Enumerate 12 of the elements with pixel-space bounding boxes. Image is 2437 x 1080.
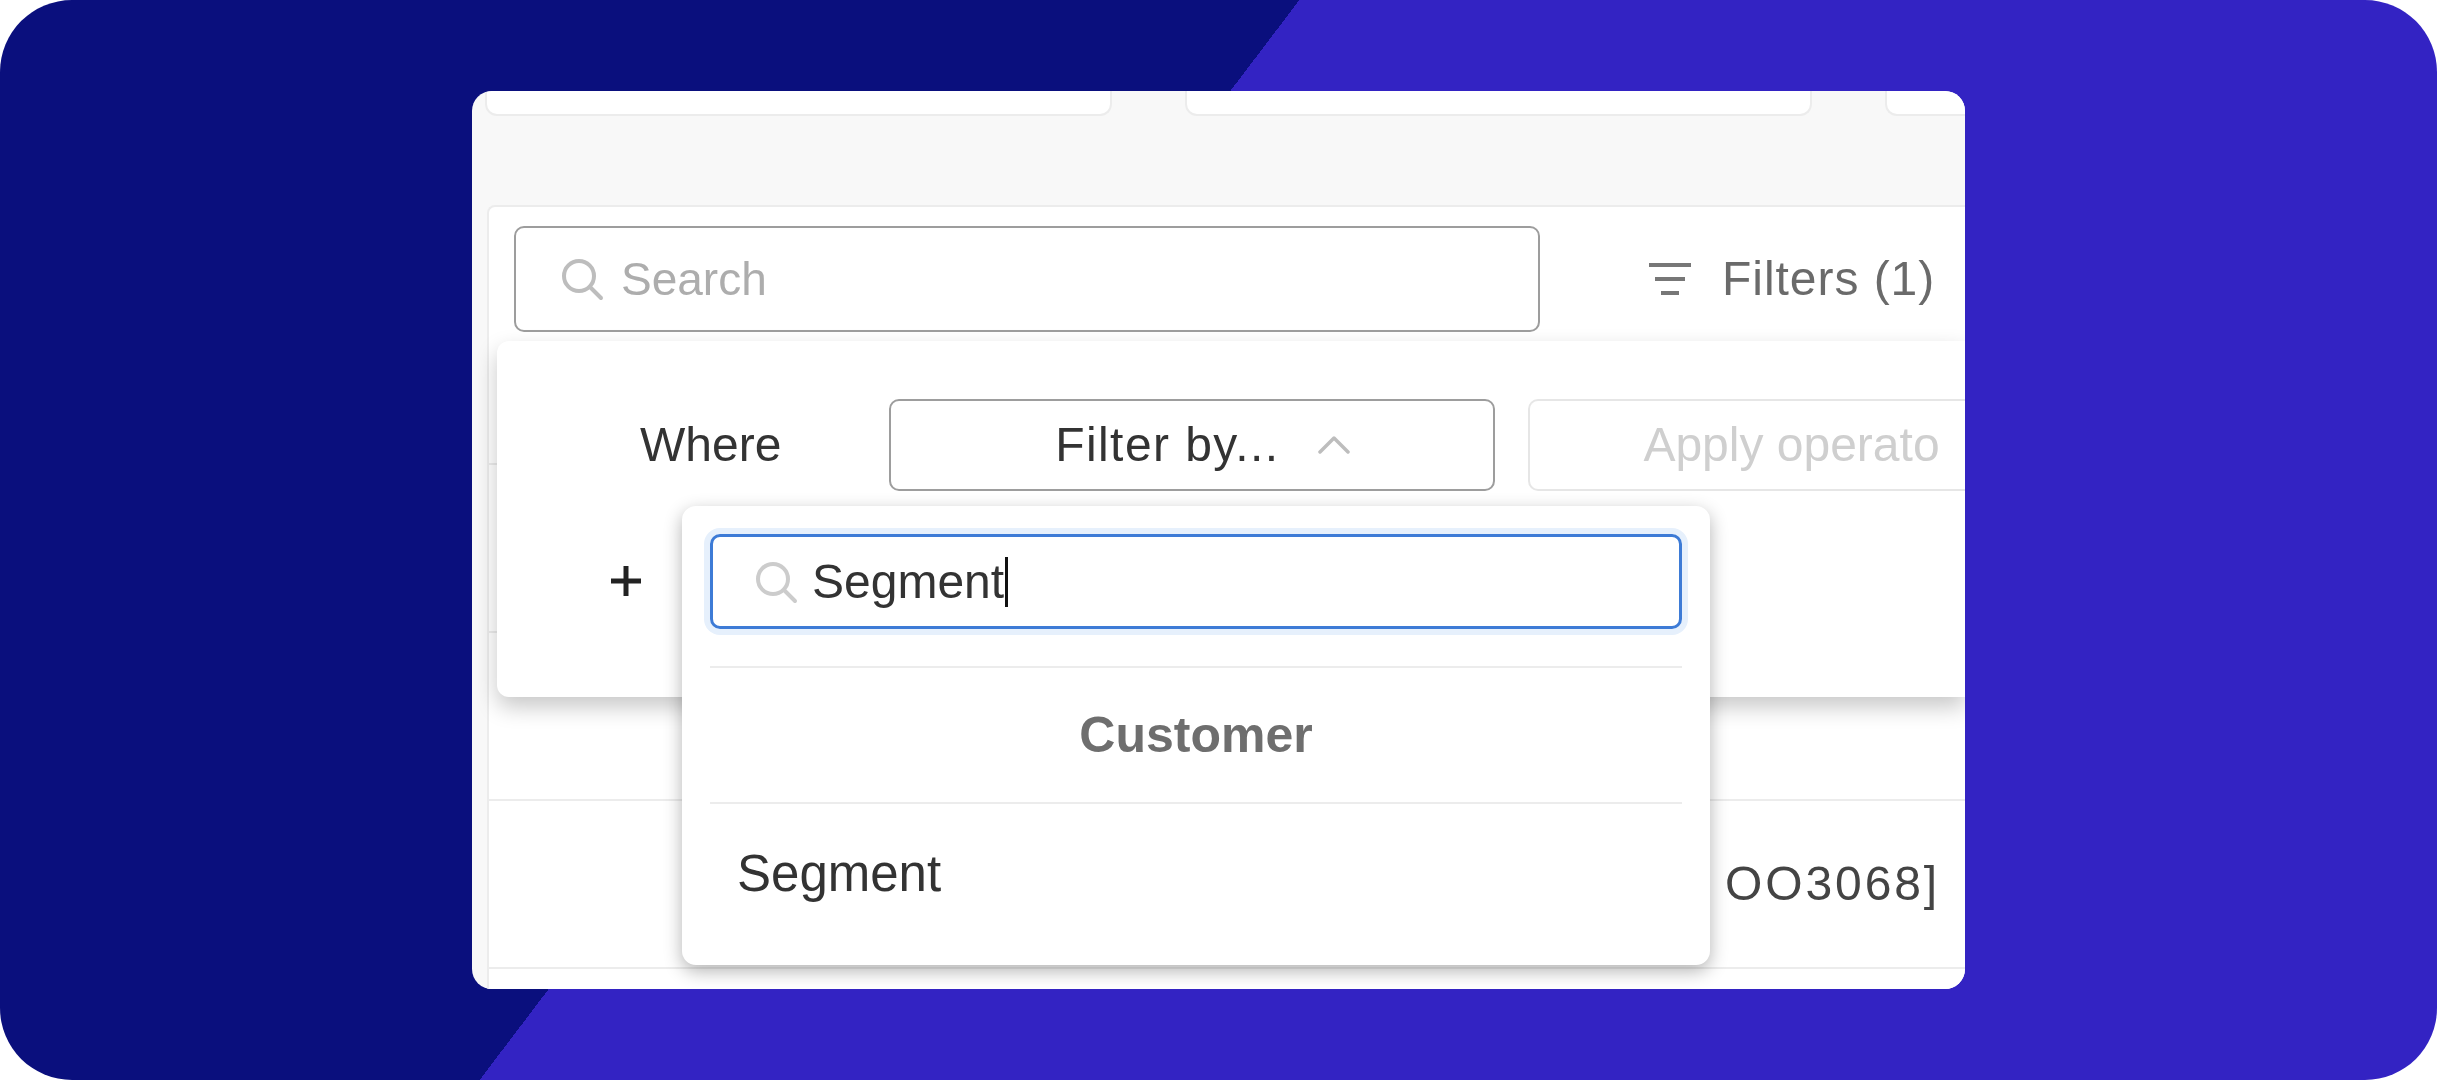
text-cursor-icon xyxy=(1005,556,1009,607)
filters-button[interactable]: Filters (1) xyxy=(1647,226,1936,332)
filter-by-select[interactable]: Filter by... xyxy=(889,399,1496,491)
group-heading: Customer xyxy=(1078,705,1314,765)
search-icon xyxy=(560,257,604,301)
search-icon xyxy=(754,559,798,604)
where-label: Where xyxy=(640,417,782,473)
filter-icon xyxy=(1647,262,1693,296)
table-cell-text: OO3068] xyxy=(1725,856,1940,912)
dropdown-option[interactable]: Segment xyxy=(710,804,1682,944)
plus-icon[interactable] xyxy=(609,564,643,598)
search-field[interactable]: Search xyxy=(514,226,1540,332)
